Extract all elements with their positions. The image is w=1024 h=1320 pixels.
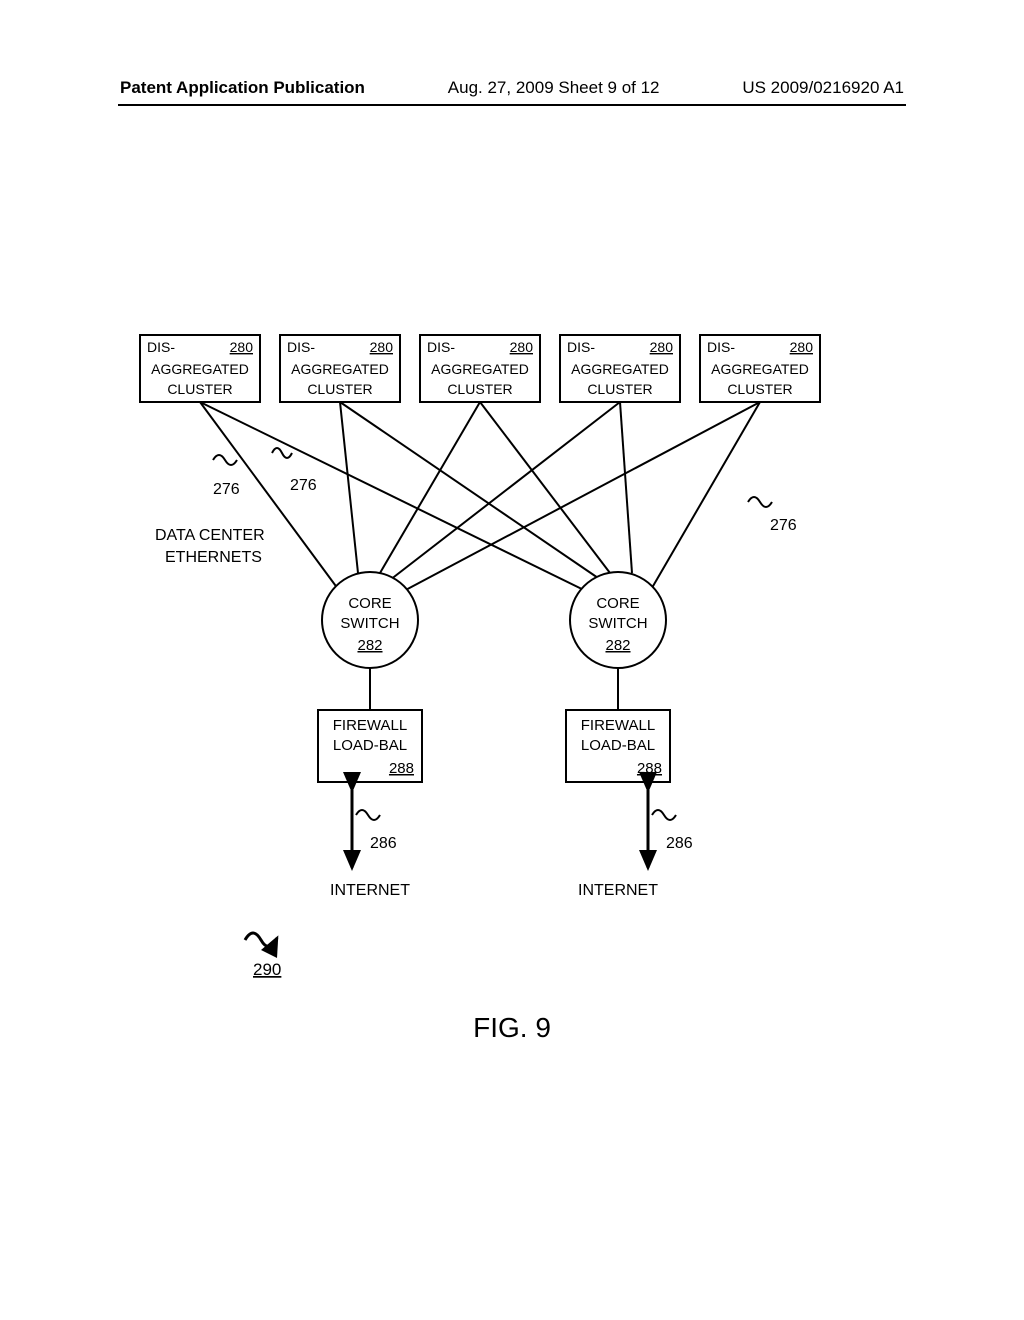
cluster-box: DIS- 280 AGGREGATED CLUSTER	[700, 335, 820, 402]
coreswitch-ref: 282	[605, 637, 630, 654]
cluster-to-core-lines	[200, 402, 760, 593]
cluster-line3: CLUSTER	[727, 381, 792, 397]
cluster-line2: AGGREGATED	[151, 361, 249, 377]
dce-label-2: ETHERNETS	[165, 549, 262, 566]
cluster-line1: DIS-	[287, 339, 315, 355]
core-switch-right: CORE SWITCH 282	[570, 572, 666, 668]
ref290-squiggle	[245, 933, 277, 947]
dce-label-1: DATA CENTER	[155, 527, 265, 544]
ref276-right: 276	[770, 517, 797, 534]
cluster-line2: AGGREGATED	[571, 361, 669, 377]
cluster-box: DIS- 280 AGGREGATED CLUSTER	[420, 335, 540, 402]
cluster-box: DIS- 280 AGGREGATED CLUSTER	[280, 335, 400, 402]
internet-left: INTERNET	[330, 882, 410, 899]
cluster-line3: CLUSTER	[307, 381, 372, 397]
firewall-l1: FIREWALL	[581, 717, 655, 734]
cluster-box: DIS- 280 AGGREGATED CLUSTER	[140, 335, 260, 402]
firewall-l2: LOAD-BAL	[333, 737, 407, 754]
ref286-squiggles	[356, 810, 676, 820]
cluster-line1: DIS-	[707, 339, 735, 355]
core-switch-left: CORE SWITCH 282	[322, 572, 418, 668]
ref286-right: 286	[666, 835, 693, 852]
ref286-left: 286	[370, 835, 397, 852]
cluster-line1: DIS-	[427, 339, 455, 355]
firewall-l2: LOAD-BAL	[581, 737, 655, 754]
figure-caption: FIG. 9	[0, 1012, 1024, 1044]
internet-right: INTERNET	[578, 882, 658, 899]
cluster-line3: CLUSTER	[447, 381, 512, 397]
coreswitch-l2: SWITCH	[588, 615, 647, 632]
cluster-line2: AGGREGATED	[431, 361, 529, 377]
ref276-left: 276	[213, 481, 240, 498]
coreswitch-l1: CORE	[596, 595, 639, 612]
cluster-line2: AGGREGATED	[291, 361, 389, 377]
cluster-line1: DIS-	[147, 339, 175, 355]
cluster-line2: AGGREGATED	[711, 361, 809, 377]
cluster-ref: 280	[650, 339, 674, 355]
cluster-ref: 280	[790, 339, 814, 355]
cluster-ref: 280	[370, 339, 394, 355]
coreswitch-l1: CORE	[348, 595, 391, 612]
clusters: DIS- 280 AGGREGATED CLUSTER DIS- 280 AGG…	[140, 335, 820, 402]
ref276-mid: 276	[290, 477, 317, 494]
diagram-svg: DIS- 280 AGGREGATED CLUSTER DIS- 280 AGG…	[0, 0, 1024, 1320]
cluster-line1: DIS-	[567, 339, 595, 355]
cluster-ref: 280	[230, 339, 254, 355]
ref290: 290	[253, 960, 281, 979]
coreswitch-l2: SWITCH	[340, 615, 399, 632]
cluster-ref: 280	[510, 339, 534, 355]
cluster-line3: CLUSTER	[167, 381, 232, 397]
firewall-ref: 288	[637, 760, 662, 777]
firewall-ref: 288	[389, 760, 414, 777]
cluster-line3: CLUSTER	[587, 381, 652, 397]
firewall-l1: FIREWALL	[333, 717, 407, 734]
cluster-box: DIS- 280 AGGREGATED CLUSTER	[560, 335, 680, 402]
coreswitch-ref: 282	[357, 637, 382, 654]
firewall-right: FIREWALL LOAD-BAL 288	[566, 710, 670, 782]
firewall-left: FIREWALL LOAD-BAL 288	[318, 710, 422, 782]
